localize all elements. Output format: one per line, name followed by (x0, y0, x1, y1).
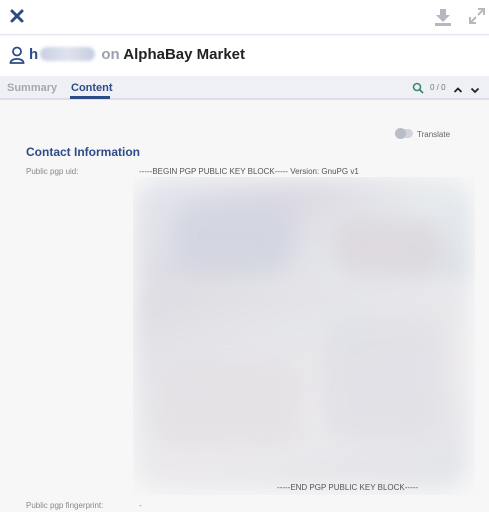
close-icon[interactable] (8, 7, 26, 25)
record-header: h on AlphaBay Market (0, 36, 489, 76)
pgp-block-begin: -----BEGIN PGP PUBLIC KEY BLOCK----- Ver… (139, 167, 359, 176)
search-match-count: 0 / 0 (430, 83, 446, 92)
pgp-block-end: -----END PGP PUBLIC KEY BLOCK----- (277, 483, 419, 492)
top-toolbar (0, 0, 489, 35)
tab-bar: Summary Content 0 / 0 (0, 76, 489, 100)
tab-content[interactable]: Content (71, 82, 113, 94)
expand-icon[interactable] (468, 7, 486, 25)
redacted-pgp-key (133, 177, 475, 495)
page-title: h on AlphaBay Market (29, 46, 245, 63)
chevron-down-icon[interactable] (470, 82, 480, 94)
chevron-up-icon[interactable] (453, 82, 463, 93)
tab-summary[interactable]: Summary (7, 82, 57, 94)
translate-label: Translate (417, 130, 451, 139)
pgp-fingerprint-value: - (139, 501, 142, 510)
title-connector: on (101, 46, 120, 63)
translate-toggle[interactable] (395, 128, 413, 139)
redacted-username (40, 47, 96, 61)
section-title: Contact Information (26, 145, 140, 159)
market-name: AlphaBay Market (123, 46, 246, 63)
user-icon (9, 46, 25, 64)
search-icon[interactable] (412, 81, 424, 94)
download-icon[interactable] (433, 7, 453, 27)
active-tab-indicator (70, 96, 110, 99)
toggle-knob (395, 128, 406, 139)
username-initial: h (29, 46, 39, 63)
pgp-uid-label: Public pgp uid: (26, 167, 79, 176)
pgp-fingerprint-label: Public pgp fingerprint: (26, 501, 104, 510)
